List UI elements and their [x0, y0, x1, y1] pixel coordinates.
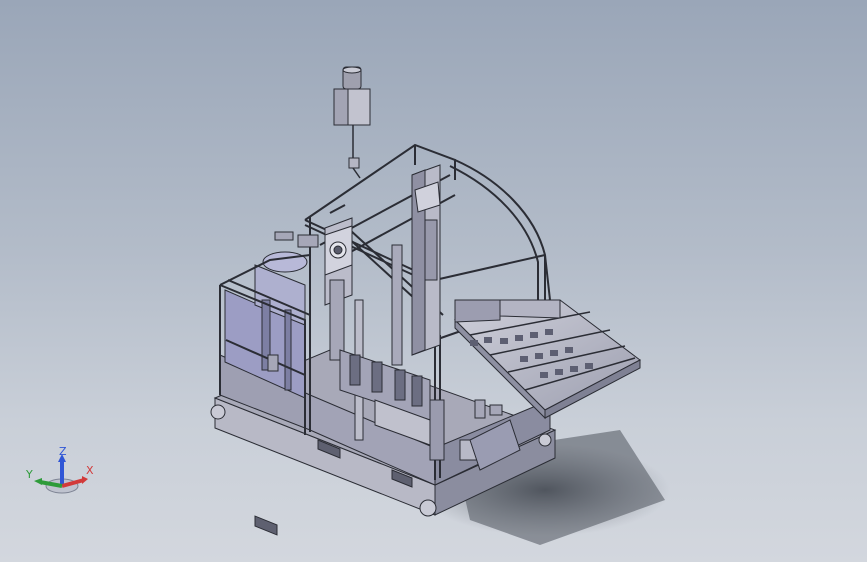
top-motor — [333, 66, 371, 179]
machine-assembly-model[interactable] — [0, 0, 867, 562]
y-axis-label: Y — [25, 468, 33, 481]
x-axis-label: X — [86, 464, 94, 477]
y-axis-arrowhead — [34, 478, 42, 485]
orientation-triad[interactable]: Z X Y — [22, 446, 102, 506]
x-axis-arrowhead — [82, 476, 88, 484]
cad-viewport[interactable]: Z X Y — [0, 0, 867, 562]
z-axis-label: Z — [59, 446, 67, 458]
